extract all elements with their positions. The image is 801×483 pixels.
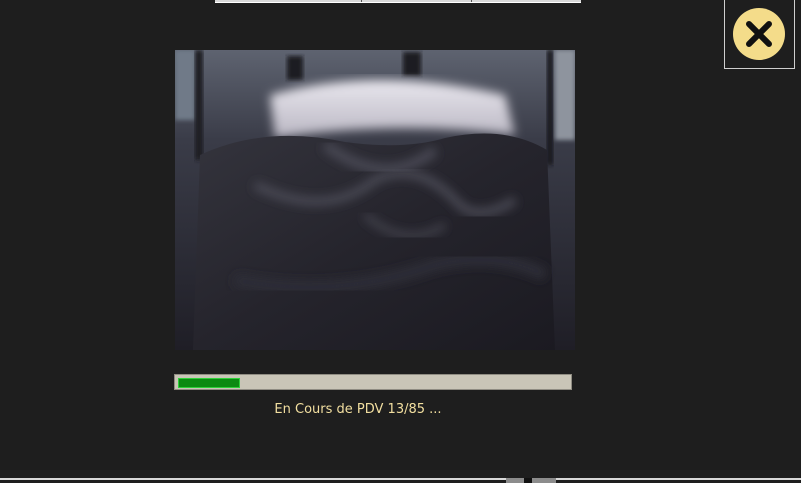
progress-bar: [174, 374, 572, 390]
bottom-scroll-handle[interactable]: [506, 478, 556, 483]
image-preview: [175, 50, 575, 350]
top-toolbar-strip: [215, 0, 581, 3]
progress-status-text: En Cours de PDV 13/85 ...: [274, 402, 442, 417]
toolbar-separator: [361, 0, 362, 2]
progress-fill: [178, 378, 240, 388]
close-button[interactable]: [724, 0, 795, 69]
close-icon[interactable]: [733, 8, 785, 60]
preview-photo: [175, 50, 575, 350]
toolbar-separator: [471, 0, 472, 2]
scroll-handle-notch: [524, 478, 532, 483]
bottom-scroll-track: [0, 478, 801, 480]
